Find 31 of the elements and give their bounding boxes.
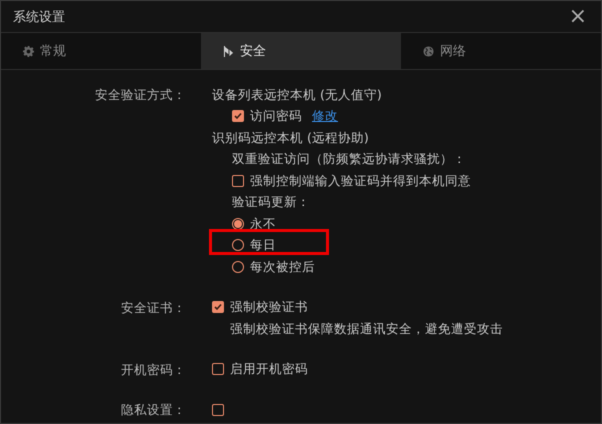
option-heading: 验证码更新： xyxy=(232,193,310,212)
close-button[interactable]: × xyxy=(564,6,591,28)
radio-label[interactable]: 永不 xyxy=(250,214,276,234)
edit-link[interactable]: 修改 xyxy=(312,108,338,125)
checkbox-label[interactable]: 访问密码 xyxy=(250,106,302,126)
checkbox-label[interactable]: 启用开机密码 xyxy=(230,359,308,380)
radio-button[interactable] xyxy=(232,218,244,230)
radio-label[interactable]: 每次被控后 xyxy=(250,256,315,277)
checkbox[interactable] xyxy=(232,110,244,122)
checkbox[interactable] xyxy=(212,363,224,376)
setting-label: 开机密码： xyxy=(121,360,186,378)
option-heading: 识别码远控本机 (远程协助) xyxy=(212,128,369,147)
option-heading: 设备列表远控本机 (无人值守) xyxy=(212,86,382,104)
hint-text: 强制校验证书保障数据通讯安全，避免遭受攻击 xyxy=(229,320,503,338)
checkbox-label[interactable]: 强制校验证书 xyxy=(230,297,308,318)
option-heading: 双重验证访问（防频繁远协请求骚扰）： xyxy=(232,150,466,168)
window-title: 系统设置 xyxy=(13,8,65,26)
flag-icon xyxy=(223,46,234,56)
checkbox[interactable] xyxy=(212,404,224,416)
checkbox[interactable] xyxy=(212,301,224,314)
radio-button[interactable] xyxy=(232,239,244,252)
setting-label: 安全证书： xyxy=(121,298,186,316)
radio-button[interactable] xyxy=(232,260,244,273)
setting-label: 隐私设置： xyxy=(121,401,186,419)
gear-icon xyxy=(23,46,34,56)
checkbox[interactable] xyxy=(232,174,244,187)
setting-label: 安全验证方式： xyxy=(95,86,186,104)
checkbox-label[interactable]: 强制控制端输入验证码并得到本机同意 xyxy=(250,170,471,191)
radio-label[interactable]: 每日 xyxy=(250,235,276,256)
tab[interactable]: 安全 xyxy=(201,33,401,69)
globe-icon xyxy=(423,46,434,56)
